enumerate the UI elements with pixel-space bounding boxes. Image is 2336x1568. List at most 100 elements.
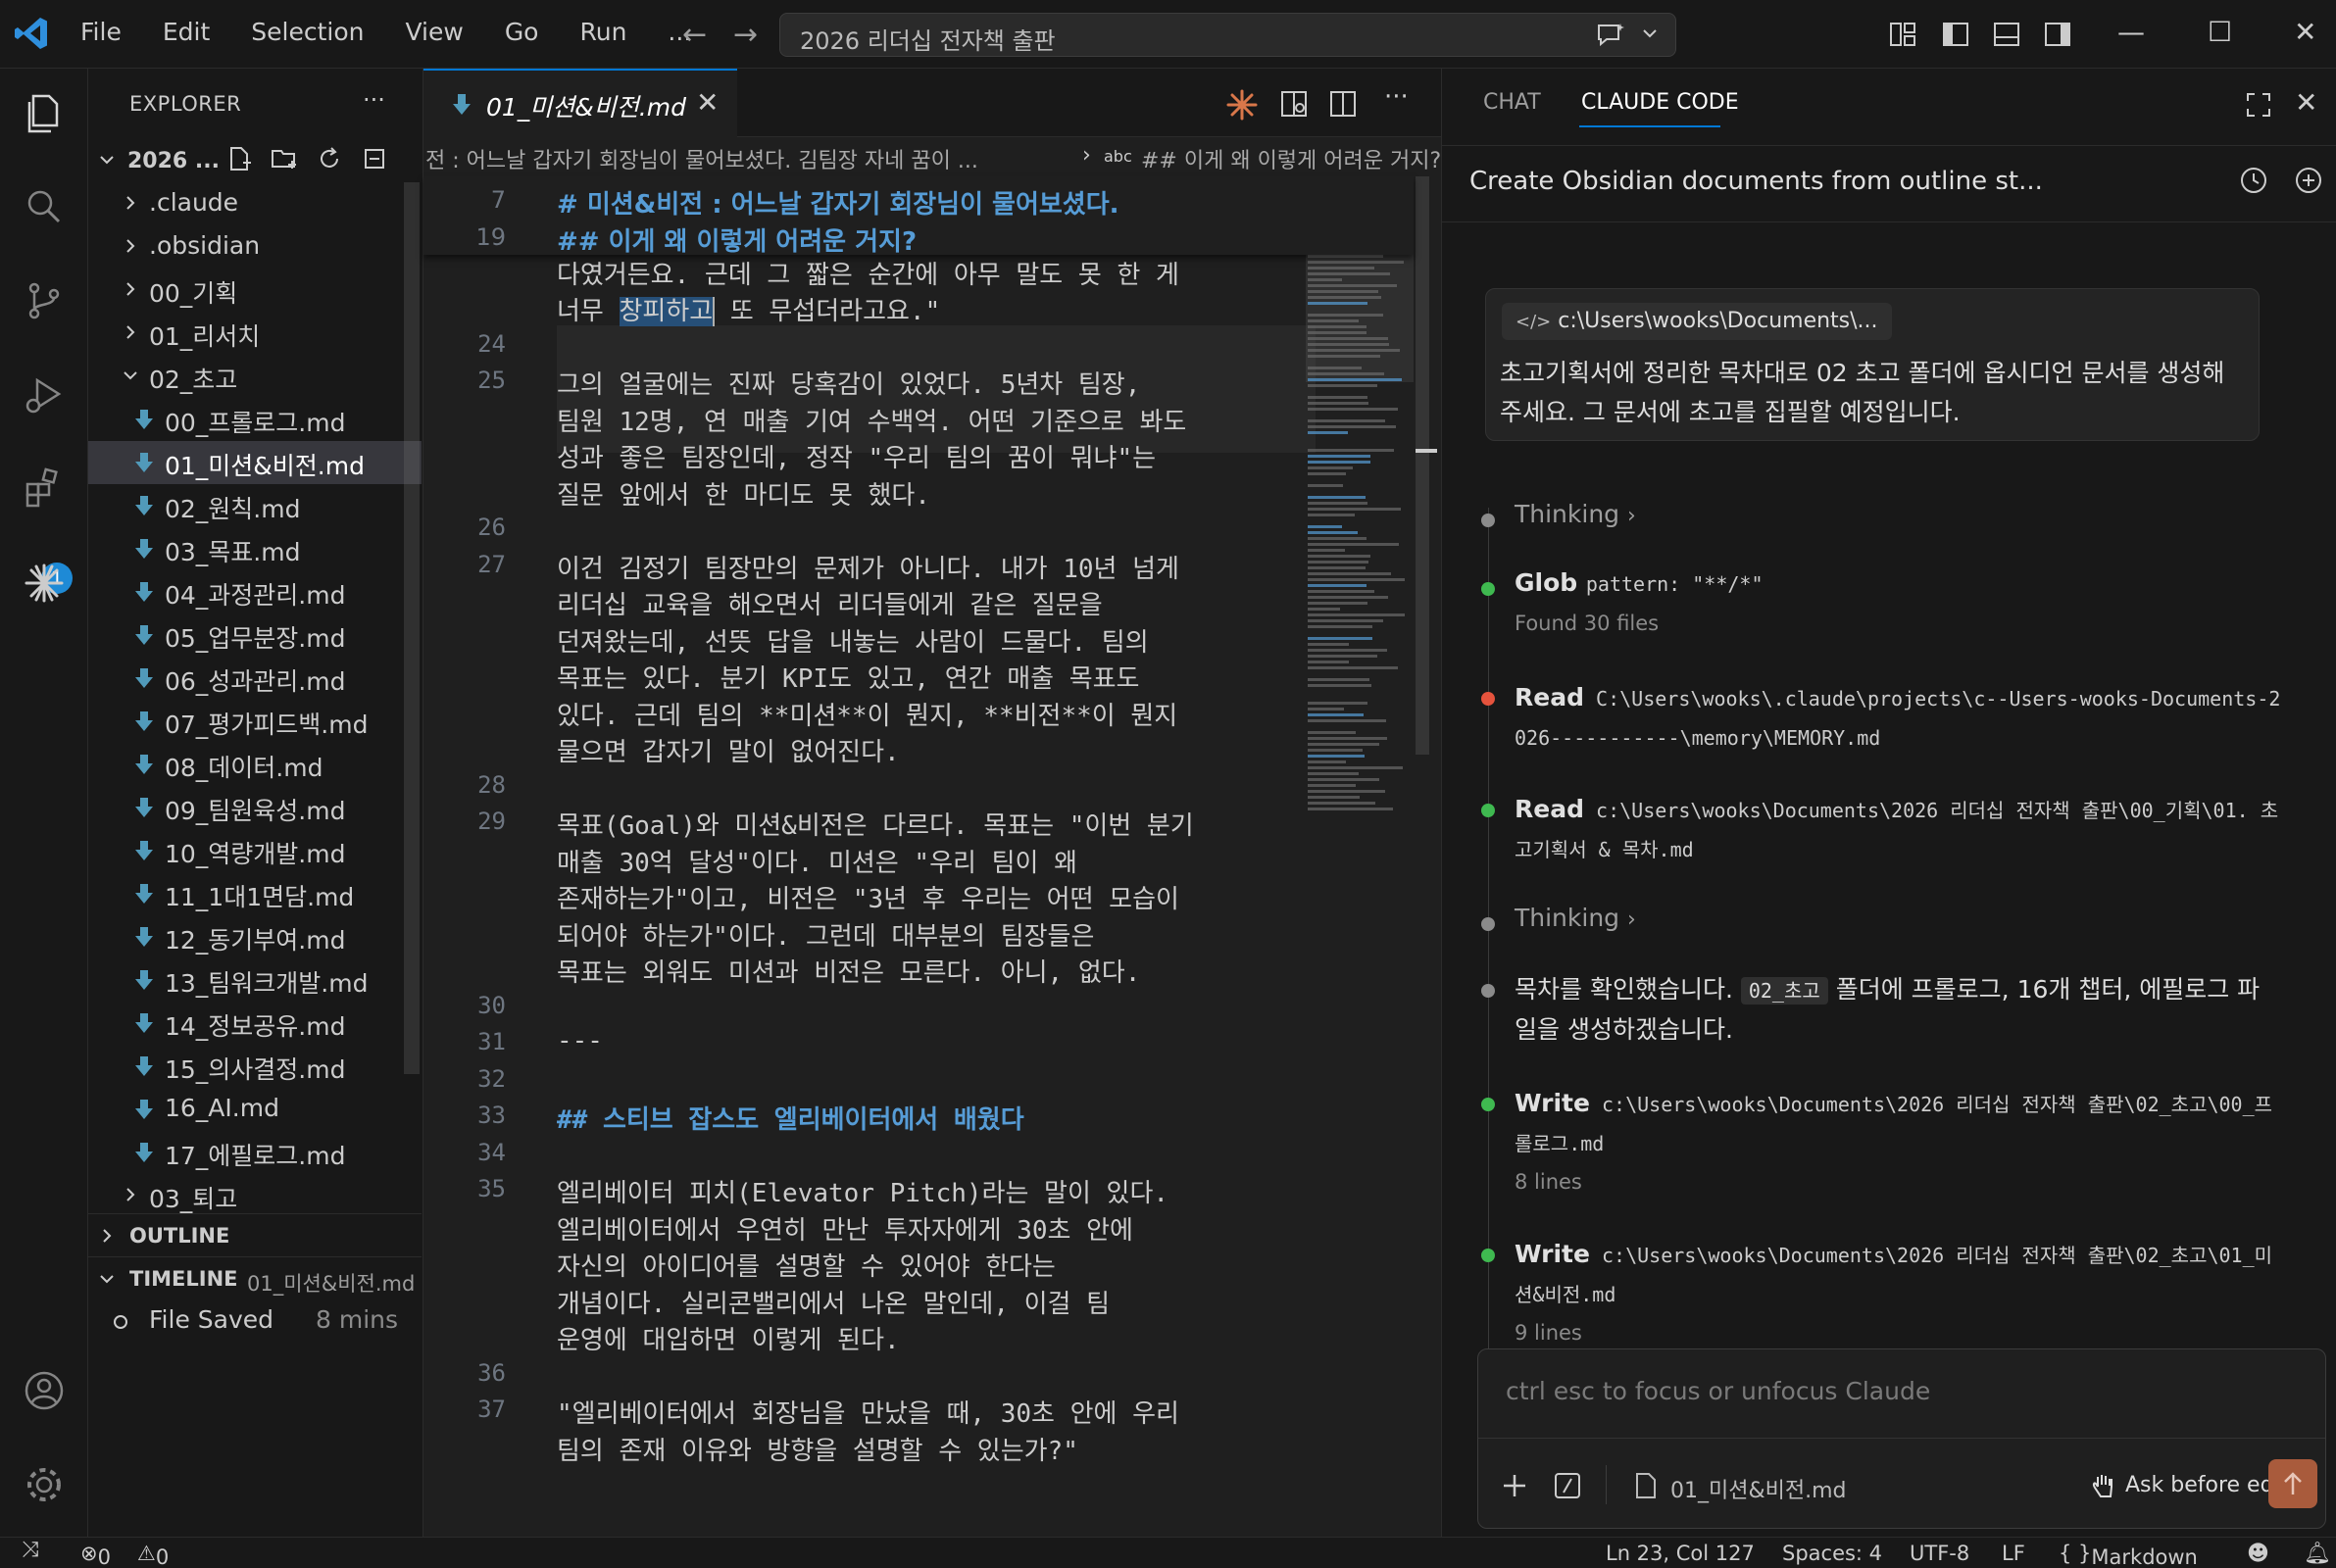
tab-close-icon[interactable]: ✕ [696, 86, 719, 119]
folder-item[interactable]: 02_초고 [88, 355, 422, 398]
attached-file[interactable]: 01_미션&비전.md [1670, 1473, 1847, 1504]
minimap-line [1308, 514, 1355, 516]
file-item[interactable]: 05_업무분장.md [88, 613, 422, 657]
file-item[interactable]: 10_역량개발.md [88, 829, 422, 872]
file-item[interactable]: 09_팀원육성.md [88, 786, 422, 829]
tab-claude-code[interactable]: CLAUDE CODE [1581, 90, 1739, 115]
open-preview-icon[interactable] [1278, 88, 1310, 120]
explorer-files-icon[interactable] [22, 90, 67, 135]
timeline-entry[interactable]: File Saved 8 mins [88, 1299, 422, 1343]
folder-item[interactable]: 00_기획 [88, 269, 422, 312]
chevron-down-icon[interactable] [1640, 24, 1660, 43]
split-editor-icon[interactable] [1327, 88, 1359, 120]
close-panel-icon[interactable]: ✕ [2295, 86, 2317, 119]
editor-scrollbar[interactable] [1416, 176, 1429, 755]
toggle-primary-sidebar-icon[interactable] [1941, 20, 1970, 49]
tab-mission-vision[interactable]: 01_미션&비전.md ✕ [423, 69, 737, 137]
file-item[interactable]: 04_과정관리.md [88, 570, 422, 613]
tab-chat[interactable]: CHAT [1483, 90, 1541, 115]
run-debug-icon[interactable] [22, 372, 67, 417]
file-item[interactable]: 11_1대1면담.md [88, 872, 422, 915]
toggle-secondary-sidebar-icon[interactable] [2043, 20, 2072, 49]
account-icon[interactable] [22, 1368, 67, 1413]
folder-item[interactable]: 01_리서치 [88, 312, 422, 355]
file-item[interactable]: 07_평가피드백.md [88, 700, 422, 743]
new-folder-icon[interactable] [271, 145, 298, 172]
search-icon[interactable] [22, 184, 67, 229]
file-item[interactable]: 17_에필로그.md [88, 1131, 422, 1174]
history-icon[interactable] [2238, 165, 2269, 196]
warnings-indicator[interactable]: ⚠ 0 [137, 1542, 169, 1568]
file-item[interactable]: 06_성과관리.md [88, 657, 422, 700]
add-attachment-icon[interactable] [1500, 1471, 1529, 1500]
folder-item[interactable]: .obsidian [88, 225, 422, 269]
prompt-input[interactable]: ctrl esc to focus or unfocus Claude [1506, 1377, 1930, 1405]
settings-gear-icon[interactable] [22, 1462, 67, 1507]
sticky-scroll-headers[interactable]: 7 # 미션&비전 : 어느날 갑자기 회장님이 물어보셨다. 19 ## 이게… [423, 176, 1414, 257]
file-item[interactable]: 15_의사결정.md [88, 1045, 422, 1088]
file-item[interactable]: 03_목표.md [88, 527, 422, 570]
claude-spark-icon[interactable] [1225, 88, 1259, 122]
folder-item[interactable]: 03_퇴고 [88, 1174, 422, 1217]
claude-spark-icon[interactable] [22, 561, 67, 606]
source-control-icon[interactable] [22, 278, 67, 323]
extensions-icon[interactable] [22, 466, 67, 512]
close-window-icon[interactable]: ✕ [2294, 16, 2316, 48]
menu-file[interactable]: File [80, 18, 122, 53]
line-ending[interactable]: LF [2002, 1542, 2025, 1565]
timeline-section-header[interactable]: TIMELINE 01_미션&비전.md [88, 1256, 422, 1299]
code-editor[interactable]: 맞추고, 팀원들 관리하고, 보고서 내고... 그게다였거든요. 근데 그 짧… [423, 176, 1414, 1568]
refresh-icon[interactable] [316, 145, 343, 172]
file-item[interactable]: 02_원칙.md [88, 484, 422, 527]
file-item[interactable]: 12_동기부여.md [88, 915, 422, 958]
errors-indicator[interactable]: ⊗ 0 [80, 1542, 111, 1568]
new-file-icon[interactable] [225, 145, 253, 172]
outline-section-header[interactable]: OUTLINE [88, 1213, 422, 1256]
markdown-file-icon [135, 582, 153, 602]
copilot-status-icon[interactable]: ☻ [2247, 1542, 2269, 1566]
context-file-chip[interactable]: </> c:\Users\wooks\Documents\... [1502, 303, 1892, 340]
minimize-icon[interactable]: — [2117, 16, 2145, 48]
send-button[interactable] [2268, 1459, 2317, 1508]
language-mode[interactable]: { } Markdown [2059, 1542, 2198, 1568]
back-arrow-icon[interactable]: ← [682, 18, 707, 52]
minimap[interactable] [1306, 186, 1414, 823]
file-item[interactable]: 16_AI.md [88, 1088, 422, 1131]
menu-run[interactable]: Run [579, 18, 626, 53]
folder-item[interactable]: .claude [88, 182, 422, 225]
layout-customize-icon[interactable] [1888, 20, 1917, 49]
menu-selection[interactable]: Selection [251, 18, 364, 53]
maximize-panel-icon[interactable] [2244, 90, 2273, 120]
file-item[interactable]: 14_정보공유.md [88, 1002, 422, 1045]
file-item[interactable]: 08_데이터.md [88, 743, 422, 786]
slash-command-icon[interactable] [1553, 1471, 1582, 1500]
breadcrumb-heading-2[interactable]: ## 이게 왜 이렇게 어려운 거지? [1141, 143, 1441, 174]
write-path-1: Write c:\Users\wooks\Documents\2026 리더십 … [1515, 1089, 2273, 1155]
editor-more-button[interactable]: ··· [1384, 82, 1409, 112]
menu-go[interactable]: Go [505, 18, 539, 53]
session-title[interactable]: Create Obsidian documents from outline s… [1469, 167, 2043, 196]
indentation[interactable]: Spaces: 4 [1782, 1542, 1882, 1565]
explorer-more-button[interactable]: ··· [363, 86, 385, 114]
new-session-icon[interactable] [2293, 165, 2324, 196]
file-item[interactable]: 00_프롤로그.md [88, 398, 422, 441]
remote-icon[interactable]: ⤨ [22, 1538, 39, 1562]
cursor-position[interactable]: Ln 23, Col 127 [1606, 1542, 1755, 1565]
toggle-panel-icon[interactable] [1992, 20, 2021, 49]
command-center-search[interactable]: 2026 리더십 전자책 출판 [779, 13, 1676, 57]
chevron-right-icon [103, 1229, 112, 1243]
forward-arrow-icon[interactable]: → [733, 18, 758, 52]
minimap-line [1308, 719, 1386, 722]
minimap-line [1308, 349, 1400, 352]
explorer-scrollbar[interactable] [404, 182, 420, 1074]
file-item[interactable]: 01_미션&비전.md [88, 441, 422, 484]
encoding[interactable]: UTF-8 [1910, 1542, 1969, 1565]
menu-edit[interactable]: Edit [163, 18, 210, 53]
menu-view[interactable]: View [405, 18, 463, 53]
copilot-chat-icon[interactable] [1595, 22, 1626, 49]
breadcrumb-heading-1[interactable]: 전 : 어느날 갑자기 회장님이 물어보셨다. 김팀장 자네 꿈이 ... [425, 143, 978, 174]
file-item[interactable]: 13_팀워크개발.md [88, 958, 422, 1002]
maximize-icon[interactable]: ☐ [2208, 16, 2232, 48]
collapse-all-icon[interactable] [361, 145, 388, 172]
notifications-bell-icon[interactable]: 🔔︎ [2304, 1542, 2331, 1566]
